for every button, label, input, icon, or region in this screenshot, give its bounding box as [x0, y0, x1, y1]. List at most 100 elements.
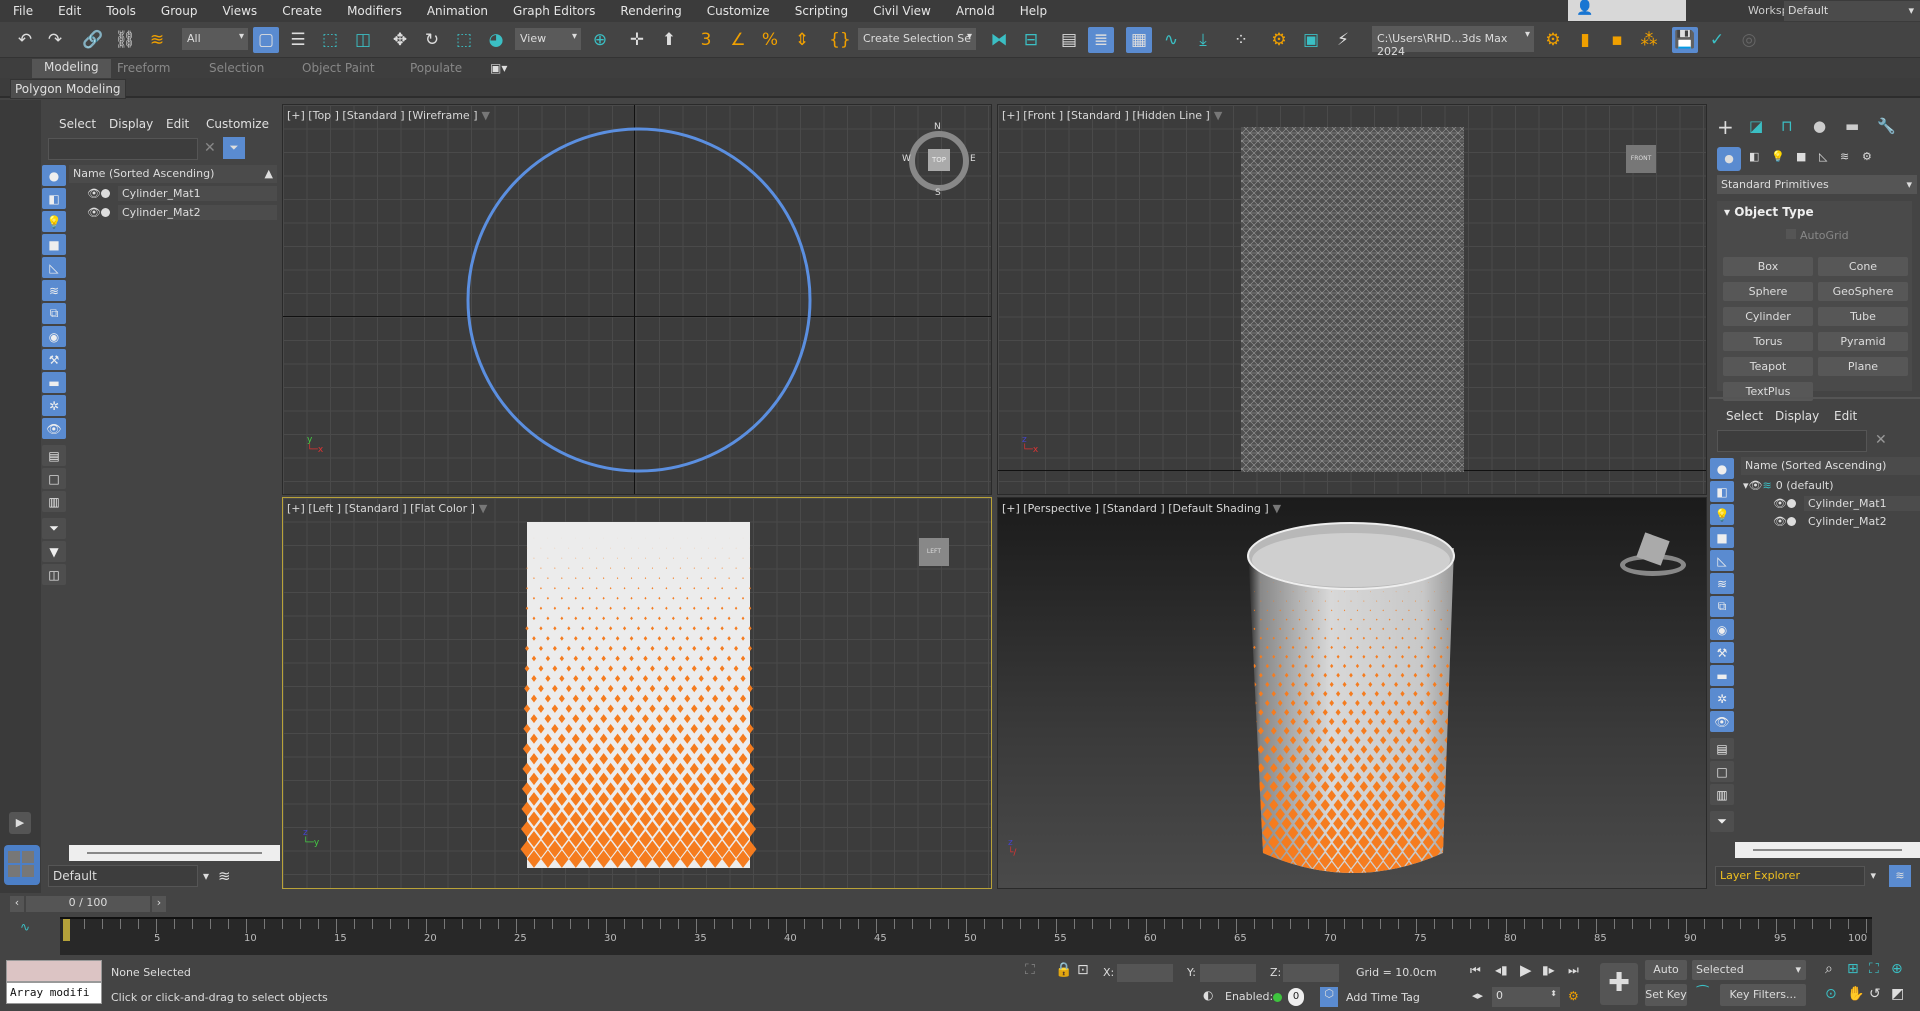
create-cylinder-button[interactable]: Cylinder	[1723, 307, 1813, 326]
spinner-snap-icon[interactable]: ⇕	[789, 27, 815, 53]
set-key-button[interactable]: Set Key	[1645, 984, 1687, 1006]
explorer-tab-display[interactable]: Display	[109, 117, 153, 131]
create-project-icon[interactable]: ▪	[1604, 27, 1630, 53]
y-coordinate-input[interactable]	[1200, 964, 1256, 982]
cameras-filter-icon[interactable]: ■	[42, 234, 66, 255]
select-manipulate-icon[interactable]: ✛	[624, 27, 650, 53]
curve-editor-toggle-icon[interactable]: ∿	[20, 920, 30, 934]
systems-category-icon[interactable]: ⚙	[1862, 150, 1872, 163]
viewcube-compass[interactable]: TOP N S W E	[902, 122, 976, 198]
zoom-all-icon[interactable]: ⊞	[1847, 961, 1859, 977]
filter-toggle-icon[interactable]: ⏷	[42, 518, 66, 539]
default-tangents-icon[interactable]: ⁀	[1697, 986, 1708, 1002]
rollout-header[interactable]: ▾ Object Type	[1724, 205, 1814, 219]
filter-icon[interactable]: ▼	[1214, 109, 1222, 122]
reference-coordinate-dropdown[interactable]: View	[515, 28, 581, 50]
create-tab-icon[interactable]: +	[1717, 115, 1734, 139]
lights-filter-icon[interactable]: 💡	[42, 211, 66, 232]
security-check-icon[interactable]: ✓	[1704, 27, 1730, 53]
geometry-category-icon[interactable]: ●	[1717, 147, 1741, 171]
viewport-front[interactable]: [+] [Front ] [Standard ] [Hidden Line ] ▼…	[997, 104, 1707, 495]
autobackup-icon[interactable]: 💾	[1672, 27, 1698, 53]
zoom-icon[interactable]: ⌕	[1825, 961, 1833, 977]
create-teapot-button[interactable]: Teapot	[1723, 357, 1813, 376]
visibility-eye-icon[interactable]: 👁	[1749, 479, 1763, 492]
mirror-icon[interactable]: ⧓	[986, 27, 1012, 53]
groups-filter-icon[interactable]: ⧉	[1710, 596, 1734, 617]
spacewarps-filter-icon[interactable]: ≋	[42, 280, 66, 301]
scale-icon[interactable]: ⬚	[451, 27, 477, 53]
menu-rendering[interactable]: Rendering	[607, 4, 693, 18]
viewport-left[interactable]: [+] [Left ] [Standard ] [Flat Color ] ▼ L…	[282, 497, 992, 889]
key-mode-toggle-icon[interactable]: ◂▸	[1472, 989, 1483, 1002]
viewport-layout-button[interactable]	[4, 845, 40, 885]
time-slider[interactable]: 0 / 100	[26, 896, 150, 912]
sync-icon[interactable]: ◎	[1736, 27, 1762, 53]
link-icon[interactable]: 🔗	[80, 27, 106, 53]
layer-tab-select[interactable]: Select	[1726, 409, 1763, 423]
layers-icon[interactable]: ≋	[1889, 865, 1911, 887]
go-to-end-icon[interactable]: ⏭	[1568, 963, 1579, 978]
shapes-filter-icon[interactable]: ◧	[1710, 481, 1734, 502]
selection-lock-icon[interactable]: 🔒	[1055, 962, 1072, 978]
create-cone-button[interactable]: Cone	[1818, 257, 1908, 276]
orbit-icon[interactable]: ↺	[1869, 986, 1881, 1002]
key-filters-button[interactable]: Key Filters...	[1720, 984, 1806, 1006]
placement-icon[interactable]: ◕	[483, 27, 509, 53]
tab-freeform[interactable]: Freeform	[117, 61, 170, 75]
spacewarps-filter-icon[interactable]: ≋	[1710, 573, 1734, 594]
filter-funnel-icon[interactable]: ⏷	[1710, 811, 1734, 832]
selection-filter-dropdown[interactable]: All	[182, 28, 248, 50]
menu-create[interactable]: Create	[269, 4, 334, 18]
adaptive-degradation-icon[interactable]: ◐	[1203, 988, 1213, 1002]
clear-search-icon[interactable]: ✕	[204, 140, 216, 156]
explorer-tab-customize[interactable]: Customize	[206, 117, 269, 131]
freeze-dot-icon[interactable]	[1787, 498, 1796, 508]
select-object-icon[interactable]: ▢	[253, 27, 279, 53]
create-plane-button[interactable]: Plane	[1818, 357, 1908, 376]
layer-tab-display[interactable]: Display	[1775, 409, 1819, 423]
viewcube[interactable]	[1620, 528, 1686, 580]
geometry-filter-icon[interactable]: ●	[42, 165, 66, 186]
viewport-label[interactable]: [+] [Left ] [Standard ] [Flat Color ] ▼	[287, 502, 487, 515]
invert-display-icon[interactable]: ▥	[1710, 784, 1734, 805]
cameras-category-icon[interactable]: ■	[1796, 150, 1806, 163]
create-sphere-button[interactable]: Sphere	[1723, 282, 1813, 301]
previous-key-icon[interactable]: ◂▮	[1495, 963, 1508, 977]
menu-group[interactable]: Group	[148, 4, 210, 18]
freeze-dot-icon[interactable]	[101, 207, 110, 217]
geometry-filter-icon[interactable]: ●	[1710, 458, 1734, 479]
layer-column-header[interactable]: Name (Sorted Ascending)	[1741, 457, 1920, 475]
layers-icon[interactable]: ≋	[218, 867, 231, 885]
absolute-mode-icon[interactable]: ⊡	[1077, 962, 1089, 978]
display-all-icon[interactable]: ▤	[1710, 738, 1734, 759]
layer-row[interactable]: ▾ 👁 ≋ 0 (default)	[1743, 476, 1920, 494]
display-none-icon[interactable]: □	[1710, 761, 1734, 782]
toggle-ribbon-icon[interactable]: ▦	[1126, 27, 1152, 53]
key-mode-dropdown[interactable]: Selected ▾	[1692, 960, 1806, 980]
tab-populate[interactable]: Populate	[410, 61, 462, 75]
motion-tab-icon[interactable]: ●	[1813, 117, 1826, 135]
modify-tab-icon[interactable]: ◪	[1749, 117, 1763, 135]
play-icon[interactable]: ▶	[1520, 961, 1532, 979]
utilities-tab-icon[interactable]: 🔧	[1877, 117, 1896, 135]
menu-file[interactable]: File	[0, 4, 45, 18]
menu-tools[interactable]: Tools	[93, 4, 148, 18]
previous-frame-button[interactable]: ‹	[10, 896, 24, 912]
filter-icon[interactable]: ⏷	[223, 137, 245, 159]
list-item[interactable]: 👁 Cylinder_Mat2	[87, 203, 277, 221]
display-tab-icon[interactable]: ▬	[1845, 117, 1859, 135]
visibility-eye-icon[interactable]: 👁	[1773, 497, 1787, 510]
tab-selection[interactable]: Selection	[209, 61, 264, 75]
shapes-filter-icon[interactable]: ◧	[42, 188, 66, 209]
menu-scripting[interactable]: Scripting	[782, 4, 860, 18]
explorer-column-header[interactable]: Name (Sorted Ascending) ▲	[69, 165, 277, 183]
menu-modifiers[interactable]: Modifiers	[334, 4, 414, 18]
ribbon-options-icon[interactable]: ▣▾	[490, 61, 507, 75]
time-configuration-icon[interactable]: ⚙	[1568, 989, 1579, 1003]
menu-edit[interactable]: Edit	[45, 4, 93, 18]
hierarchy-tab-icon[interactable]: ⊓	[1781, 117, 1793, 135]
filter-funnel-icon[interactable]: ▼	[42, 541, 66, 562]
curve-editor-icon[interactable]: ∿	[1158, 27, 1184, 53]
hidden-filter-icon[interactable]: 👁	[1710, 711, 1734, 732]
